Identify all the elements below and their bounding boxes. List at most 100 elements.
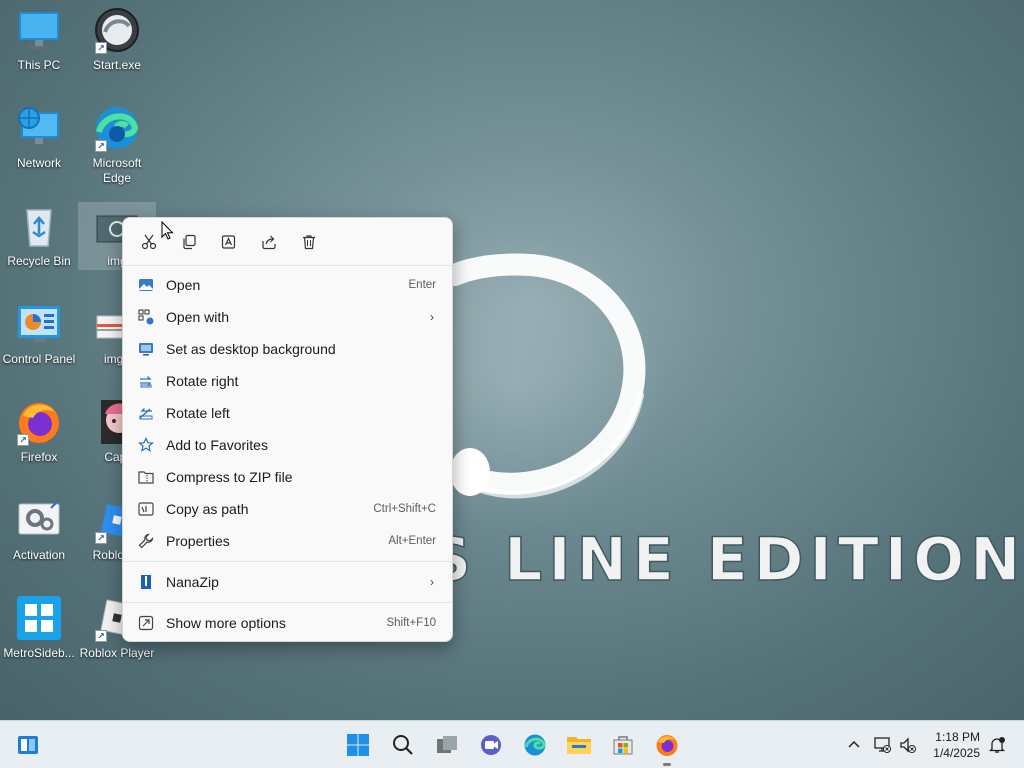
desktop-background-icon — [137, 340, 155, 358]
taskbar-firefox-button[interactable] — [651, 729, 683, 766]
desktop-icon-label: This PC — [17, 58, 61, 72]
shortcut-arrow-icon: ↗ — [95, 630, 107, 642]
menu-item-rotate-left[interactable]: Rotate left — [127, 398, 448, 428]
desktop-icon-network[interactable]: Network — [0, 104, 78, 171]
menu-item-label: Compress to ZIP file — [166, 469, 293, 485]
widgets-icon — [18, 736, 38, 754]
more-options-icon — [137, 614, 155, 632]
widgets-button[interactable] — [12, 729, 44, 761]
desktop-icon-start-exe[interactable]: ↗ Start.exe — [78, 6, 156, 73]
rotate-left-icon — [137, 404, 155, 422]
context-menu: Open Enter Open with › Set as desktop ba… — [122, 217, 453, 642]
desktop-icon-label: Roblox Player — [79, 646, 155, 660]
menu-item-label: Rotate right — [166, 373, 239, 389]
menu-item-open-with[interactable]: Open with › — [127, 302, 448, 332]
taskbar-edge-button[interactable] — [519, 729, 551, 761]
firefox-icon: ↗ — [15, 398, 63, 446]
desktop-icon-label: Network — [16, 156, 61, 170]
chevron-right-icon: › — [430, 575, 434, 589]
wrench-icon — [137, 532, 155, 550]
meet-icon — [481, 735, 501, 755]
copy-button[interactable] — [175, 230, 203, 254]
desktop-icon-label: Firefox — [20, 450, 58, 464]
desktop-icon-metrosidebar[interactable]: MetroSideb... — [0, 594, 78, 661]
menu-item-label: Properties — [166, 533, 230, 549]
running-indicator — [663, 763, 671, 766]
star-icon — [137, 436, 155, 454]
chevron-right-icon: › — [430, 310, 434, 324]
nanazip-icon — [137, 573, 155, 591]
desktop-icon-recycle-bin[interactable]: Recycle Bin — [0, 202, 78, 269]
desktop-icon-edge[interactable]: ↗ Microsoft Edge — [78, 104, 156, 186]
meet-button[interactable] — [475, 729, 507, 761]
delete-button[interactable] — [295, 230, 323, 254]
recycle-bin-icon — [15, 202, 63, 250]
menu-item-properties[interactable]: Properties Alt+Enter — [127, 526, 448, 556]
network-status-button[interactable] — [872, 735, 892, 755]
cut-button[interactable] — [135, 230, 163, 254]
mouse-pointer-icon — [161, 221, 174, 240]
image-icon — [137, 276, 155, 294]
clock[interactable]: 1:18 PM 1/4/2025 — [933, 729, 980, 761]
firefox-icon — [656, 735, 678, 756]
search-button[interactable] — [387, 729, 419, 761]
wallpaper-text: S LINE EDITION — [428, 525, 1024, 595]
menu-item-open[interactable]: Open Enter — [127, 270, 448, 300]
scissors-icon — [141, 234, 157, 250]
rotate-right-icon — [137, 372, 155, 390]
menu-item-compress-zip[interactable]: Compress to ZIP file — [127, 462, 448, 492]
desktop-icon-activation[interactable]: Activation — [0, 496, 78, 563]
menu-item-shortcut: Shift+F10 — [386, 617, 436, 629]
task-view-icon — [437, 736, 457, 753]
zip-icon — [137, 468, 155, 486]
menu-item-label: Open — [166, 277, 201, 293]
desktop-icon-control-panel[interactable]: Control Panel — [0, 300, 78, 367]
menu-item-rotate-right[interactable]: Rotate right — [127, 366, 448, 396]
notifications-button[interactable] — [987, 735, 1007, 755]
start-orb-icon: ↗ — [93, 6, 141, 54]
menu-item-shortcut: Enter — [408, 279, 437, 291]
task-view-button[interactable] — [431, 729, 463, 761]
desktop-icon-firefox[interactable]: ↗ Firefox — [0, 398, 78, 465]
chevron-up-icon — [848, 740, 860, 748]
menu-item-label: NanaZip — [166, 574, 219, 590]
menu-item-set-desktop-background[interactable]: Set as desktop background — [127, 334, 448, 364]
menu-item-label: Set as desktop background — [166, 341, 336, 357]
store-button[interactable] — [607, 729, 639, 761]
shortcut-arrow-icon: ↗ — [95, 140, 107, 152]
file-explorer-button[interactable] — [563, 729, 595, 761]
search-icon — [393, 735, 413, 755]
edge-icon: ↗ — [93, 104, 141, 152]
edge-icon — [524, 734, 546, 756]
rename-icon — [221, 235, 236, 249]
shortcut-arrow-icon: ↗ — [95, 42, 107, 54]
menu-item-show-more-options[interactable]: Show more options Shift+F10 — [127, 608, 448, 638]
menu-item-add-to-favorites[interactable]: Add to Favorites — [127, 430, 448, 460]
shortcut-arrow-icon: ↗ — [95, 532, 107, 544]
notification-bell-icon — [988, 737, 1006, 753]
share-button[interactable] — [255, 230, 283, 254]
open-with-icon — [137, 308, 155, 326]
volume-muted-icon — [900, 737, 916, 753]
menu-item-nanazip[interactable]: NanaZip › — [127, 567, 448, 597]
show-hidden-icons-button[interactable] — [844, 735, 864, 755]
menu-separator — [123, 265, 452, 266]
share-icon — [262, 235, 276, 250]
rename-button[interactable] — [215, 230, 243, 254]
start-button[interactable] — [342, 729, 374, 761]
menu-separator — [123, 561, 452, 562]
menu-item-label: Show more options — [166, 615, 286, 631]
trash-icon — [303, 235, 315, 250]
desktop-icon-this-pc[interactable]: This PC — [0, 6, 78, 73]
clock-date: 1/4/2025 — [933, 746, 980, 760]
desktop: S LINE EDITION This PC Network Recycle B… — [0, 0, 1024, 720]
volume-button[interactable] — [898, 735, 918, 755]
clock-time: 1:18 PM — [935, 730, 980, 744]
control-panel-icon — [15, 300, 63, 348]
menu-separator — [123, 602, 452, 603]
desktop-icon-label: Microsoft Edge — [92, 156, 142, 185]
menu-item-copy-as-path[interactable]: Copy as path Ctrl+Shift+C — [127, 494, 448, 524]
shortcut-arrow-icon: ↗ — [17, 434, 29, 446]
menu-item-label: Rotate left — [166, 405, 230, 421]
windows-tiles-icon — [15, 594, 63, 642]
